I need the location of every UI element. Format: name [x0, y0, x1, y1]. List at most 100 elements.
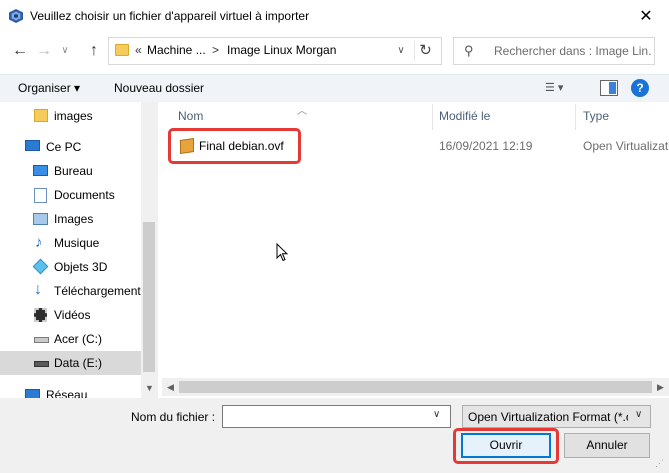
refresh-icon: ↻: [419, 42, 432, 59]
refresh-button[interactable]: ↻: [414, 41, 436, 61]
file-type: Open Virtualizatio: [583, 139, 669, 153]
mouse-cursor-icon: [276, 243, 288, 262]
computer-icon: [25, 140, 40, 151]
organize-button[interactable]: Organiser ▾: [18, 81, 80, 95]
sidebar-item-drive-c[interactable]: Acer (C:): [0, 327, 141, 351]
address-bar[interactable]: « Machine ... > Image Linux Morgan ∨ ↻: [108, 37, 442, 65]
sidebar-item-documents[interactable]: Documents: [0, 183, 141, 207]
chevron-down-icon[interactable]: ∨: [433, 409, 440, 420]
folder-icon: [34, 109, 48, 122]
chevron-down-icon: ∨: [635, 409, 643, 420]
sidebar-item-images[interactable]: images: [0, 104, 141, 128]
file-type-value: Open Virtualization Format (*.o: [468, 410, 628, 424]
sidebar-item-videos[interactable]: Vidéos: [0, 303, 141, 327]
sidebar-item-label: Objets 3D: [54, 260, 108, 274]
sidebar-item-desktop[interactable]: Bureau: [0, 159, 141, 183]
file-highlight-annotation: [168, 128, 301, 164]
chevron-down-icon: ▼: [145, 383, 154, 393]
sidebar-item-label: Images: [54, 212, 94, 226]
arrow-left-icon: ←: [12, 42, 28, 59]
column-divider[interactable]: [432, 104, 433, 130]
folder-icon: [115, 44, 129, 56]
sidebar-item-network[interactable]: Réseau: [0, 383, 141, 398]
title-bar: Veuillez choisir un fichier d'appareil v…: [0, 0, 669, 32]
network-icon: [25, 389, 40, 398]
help-button[interactable]: ?: [631, 79, 649, 97]
sidebar-item-label: Musique: [54, 236, 100, 250]
download-icon: ↓: [34, 281, 42, 298]
sidebar-item-music[interactable]: ♪ Musique: [0, 231, 141, 255]
back-button[interactable]: ←: [10, 40, 30, 62]
horizontal-scroll-thumb[interactable]: [179, 381, 652, 393]
filename-field[interactable]: ∨: [222, 405, 451, 428]
arrow-right-icon: →: [36, 42, 52, 59]
column-header-type[interactable]: Type: [583, 109, 609, 123]
chevron-right-icon: ▶: [657, 382, 664, 392]
window-title: Veuillez choisir un fichier d'appareil v…: [30, 9, 310, 23]
preview-pane-button[interactable]: [600, 80, 618, 96]
recent-locations-button[interactable]: ∨: [58, 40, 72, 62]
video-icon: [34, 308, 47, 322]
sidebar-item-drive-e[interactable]: Data (E:): [0, 351, 141, 375]
breadcrumb-overflow[interactable]: «: [135, 43, 142, 57]
toolbar: Organiser ▾ Nouveau dossier ☰ ▾ ?: [0, 74, 669, 102]
breadcrumb-image-linux[interactable]: Image Linux Morgan: [227, 43, 336, 57]
search-icon: ⚲: [464, 43, 474, 58]
preview-pane-icon: [609, 82, 616, 94]
search-placeholder: Rechercher dans : Image Lin...: [494, 44, 652, 58]
sort-ascending-icon: ︿: [297, 106, 307, 117]
column-divider[interactable]: [575, 104, 576, 130]
sidebar-item-label: Bureau: [54, 164, 93, 178]
view-options-button[interactable]: ☰ ▾: [545, 81, 563, 94]
pictures-icon: [33, 213, 48, 225]
chevron-down-icon: ∨: [61, 45, 69, 56]
new-folder-button[interactable]: Nouveau dossier: [114, 81, 204, 95]
sidebar-item-this-pc[interactable]: Ce PC: [0, 135, 141, 159]
sidebar-item-label: Téléchargements: [54, 284, 147, 298]
sidebar-item-label: Réseau: [46, 388, 88, 398]
virtualbox-icon: [9, 9, 23, 23]
sidebar-item-label: Documents: [54, 188, 115, 202]
music-icon: ♪: [35, 234, 43, 251]
scroll-left-button[interactable]: ◀: [162, 378, 179, 396]
chevron-left-icon: ◀: [167, 382, 174, 392]
cancel-button[interactable]: Annuler: [564, 433, 650, 458]
sidebar-item-label: Acer (C:): [54, 332, 102, 346]
dialog-footer: Nom du fichier : ∨ Open Virtualization F…: [0, 398, 669, 473]
sidebar-item-downloads[interactable]: ↓ Téléchargements: [0, 279, 147, 303]
filename-label: Nom du fichier :: [131, 410, 216, 424]
drive-icon: [34, 337, 49, 343]
column-header-modified[interactable]: Modifié le: [439, 109, 490, 123]
open-button-highlight-annotation: [453, 428, 559, 464]
sidebar-item-label: Vidéos: [54, 308, 91, 322]
sidebar-scroll-thumb[interactable]: [143, 222, 155, 372]
close-button[interactable]: ✕: [623, 0, 669, 32]
up-button[interactable]: ↑: [84, 40, 104, 62]
sidebar-scroll-down-button[interactable]: ▼: [141, 380, 158, 396]
column-header-name[interactable]: Nom: [178, 109, 203, 123]
sidebar-item-label: Ce PC: [46, 140, 82, 154]
arrow-up-icon: ↑: [90, 42, 98, 59]
close-icon: ✕: [639, 8, 653, 25]
help-icon: ?: [636, 81, 644, 95]
navigation-pane: images Ce PC Bureau Documents Images ♪ M…: [0, 102, 158, 398]
address-history-button[interactable]: ∨: [392, 42, 410, 60]
drive-icon: [34, 361, 49, 367]
search-input[interactable]: ⚲ Rechercher dans : Image Lin...: [453, 37, 655, 65]
sidebar-item-pictures[interactable]: Images: [0, 207, 141, 231]
breadcrumb-machine[interactable]: Machine ...: [147, 43, 206, 57]
sidebar-item-label: Data (E:): [54, 356, 103, 370]
forward-button[interactable]: →: [34, 40, 54, 62]
file-modified-date: 16/09/2021 12:19: [439, 139, 533, 153]
file-type-select[interactable]: Open Virtualization Format (*.o ∨: [462, 405, 651, 428]
scroll-right-button[interactable]: ▶: [652, 378, 669, 396]
horizontal-scrollbar[interactable]: ◀ ▶: [162, 378, 669, 396]
sidebar-item-label: images: [54, 109, 93, 123]
documents-icon: [34, 188, 47, 203]
sidebar-item-3d-objects[interactable]: Objets 3D: [0, 255, 141, 279]
desktop-icon: [33, 165, 48, 176]
cube-icon: [32, 258, 49, 275]
breadcrumb-separator: >: [212, 43, 220, 57]
chevron-down-icon: ∨: [397, 45, 405, 56]
resize-grip-icon[interactable]: ⋰: [655, 458, 664, 469]
